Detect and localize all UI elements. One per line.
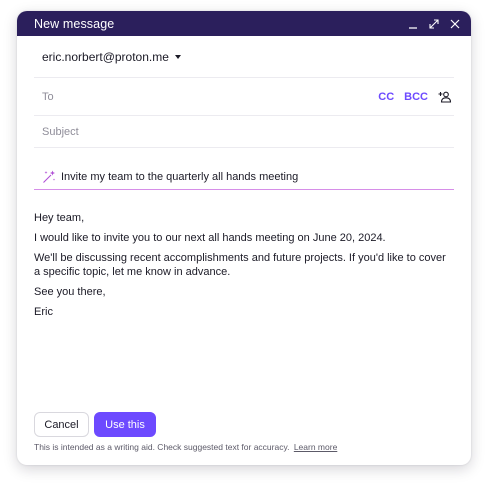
from-selector[interactable]: eric.norbert@proton.me xyxy=(34,50,181,64)
assistant-actions: Cancel Use this xyxy=(34,412,156,437)
composer-window: New message eric.norbert@proton.me To CC… xyxy=(17,11,471,465)
message-paragraph: Hey team, xyxy=(34,212,85,224)
expand-icon xyxy=(429,18,439,29)
from-address: eric.norbert@proton.me xyxy=(42,49,169,64)
close-icon xyxy=(450,19,460,28)
message-paragraph: See you there, xyxy=(34,286,106,298)
subject-input[interactable]: Subject xyxy=(34,126,454,138)
message-paragraph: I would like to invite you to our next a… xyxy=(34,232,386,244)
recipient-actions: CC BCC xyxy=(378,90,454,104)
assistant-prompt-row: Invite my team to the quarterly all hand… xyxy=(34,164,454,190)
use-this-button[interactable]: Use this xyxy=(94,412,156,437)
from-row: eric.norbert@proton.me xyxy=(34,36,454,78)
message-paragraph: Eric xyxy=(34,306,53,318)
message-paragraph: We'll be discussing recent accomplishmen… xyxy=(34,252,446,278)
add-contact-icon xyxy=(438,91,452,103)
sparkle-icon xyxy=(43,170,56,183)
add-contact-button[interactable] xyxy=(438,90,452,104)
bcc-button[interactable]: BCC xyxy=(404,91,428,103)
window-controls xyxy=(405,16,463,32)
minimize-button[interactable] xyxy=(405,16,421,32)
learn-more-link[interactable]: Learn more xyxy=(294,442,337,452)
to-input[interactable]: To xyxy=(34,91,378,103)
expand-button[interactable] xyxy=(426,16,442,32)
composer-titlebar: New message xyxy=(17,11,471,36)
cancel-button[interactable]: Cancel xyxy=(34,412,89,437)
disclaimer-text: This is intended as a writing aid. Check… xyxy=(34,442,290,452)
writing-aid-disclaimer: This is intended as a writing aid. Check… xyxy=(34,442,337,452)
close-button[interactable] xyxy=(447,16,463,32)
composer-title: New message xyxy=(34,16,115,31)
assistant-prompt-input[interactable]: Invite my team to the quarterly all hand… xyxy=(61,171,454,183)
message-body[interactable]: Hey team, I would like to invite you to … xyxy=(34,211,454,325)
stage: New message eric.norbert@proton.me To CC… xyxy=(0,0,488,488)
to-row: To CC BCC xyxy=(34,79,454,116)
minimize-icon xyxy=(409,26,417,29)
cc-button[interactable]: CC xyxy=(378,91,394,103)
chevron-down-icon xyxy=(174,54,181,59)
subject-row: Subject xyxy=(34,116,454,148)
